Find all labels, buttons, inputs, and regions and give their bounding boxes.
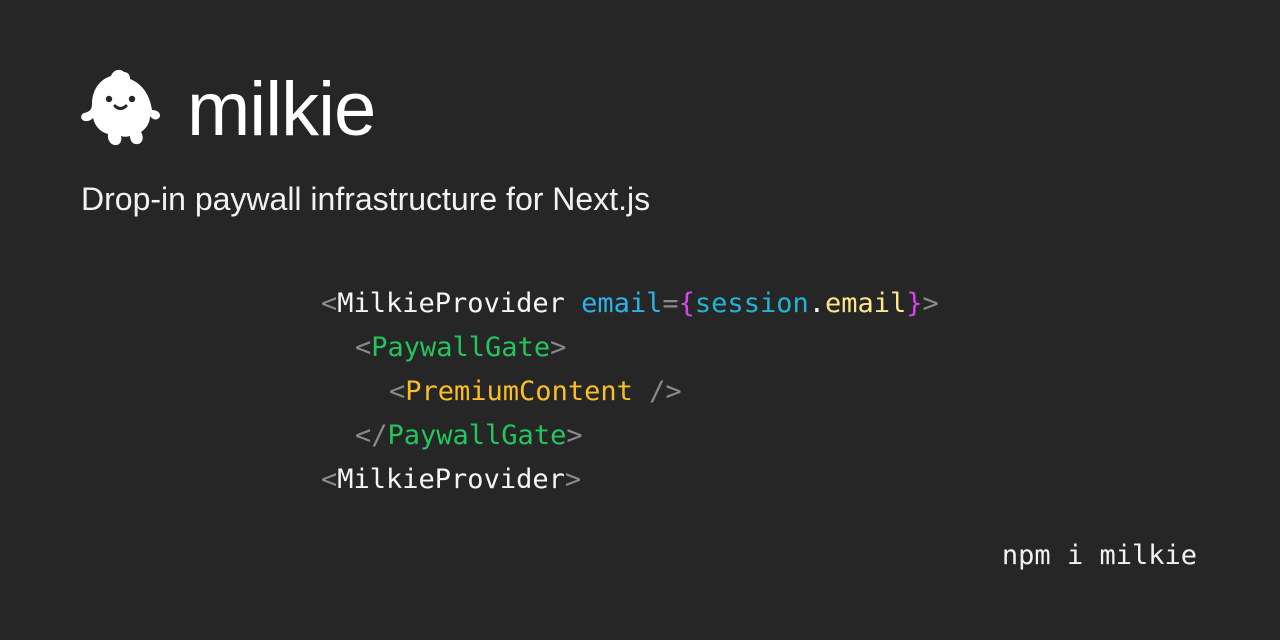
- tagline: Drop-in paywall infrastructure for Next.…: [81, 181, 651, 217]
- code-punct: </: [355, 420, 388, 451]
- ghost-mascot-icon: [81, 69, 160, 146]
- code-line-5: <MilkieProvider>: [321, 458, 939, 502]
- install-command: npm i milkie: [1001, 540, 1197, 571]
- code-brace: {: [678, 288, 695, 319]
- code-punct: >: [550, 332, 567, 363]
- code-dot: .: [808, 288, 825, 319]
- variable-name: session: [694, 288, 809, 319]
- code-punct: />: [632, 376, 682, 407]
- component-name: PaywallGate: [387, 420, 567, 451]
- code-line-1: <MilkieProvider email={session.email}>: [321, 282, 939, 326]
- code-line-4: </PaywallGate>: [321, 414, 939, 458]
- code-punct: <: [321, 288, 338, 319]
- code-line-3: <PremiumContent />: [321, 370, 939, 414]
- code-brace: }: [906, 288, 923, 319]
- component-name: PaywallGate: [371, 332, 551, 363]
- code-line-2: <PaywallGate>: [321, 326, 939, 370]
- code-punct: <: [355, 332, 372, 363]
- component-name: MilkieProvider: [337, 288, 565, 319]
- code-punct: =: [662, 288, 679, 319]
- code-punct: <: [321, 464, 338, 495]
- code-punct: >: [564, 464, 582, 495]
- component-name: PremiumContent: [405, 376, 633, 407]
- brand-wordmark: milkie: [187, 67, 376, 152]
- code-punct: <: [389, 376, 406, 407]
- code-punct: >: [922, 288, 939, 319]
- code-punct: >: [566, 420, 583, 451]
- attribute-name: email: [581, 288, 663, 319]
- code-snippet: <MilkieProvider email={session.email}> <…: [321, 282, 939, 502]
- component-name: MilkieProvider: [337, 464, 565, 495]
- property-name: email: [824, 288, 907, 319]
